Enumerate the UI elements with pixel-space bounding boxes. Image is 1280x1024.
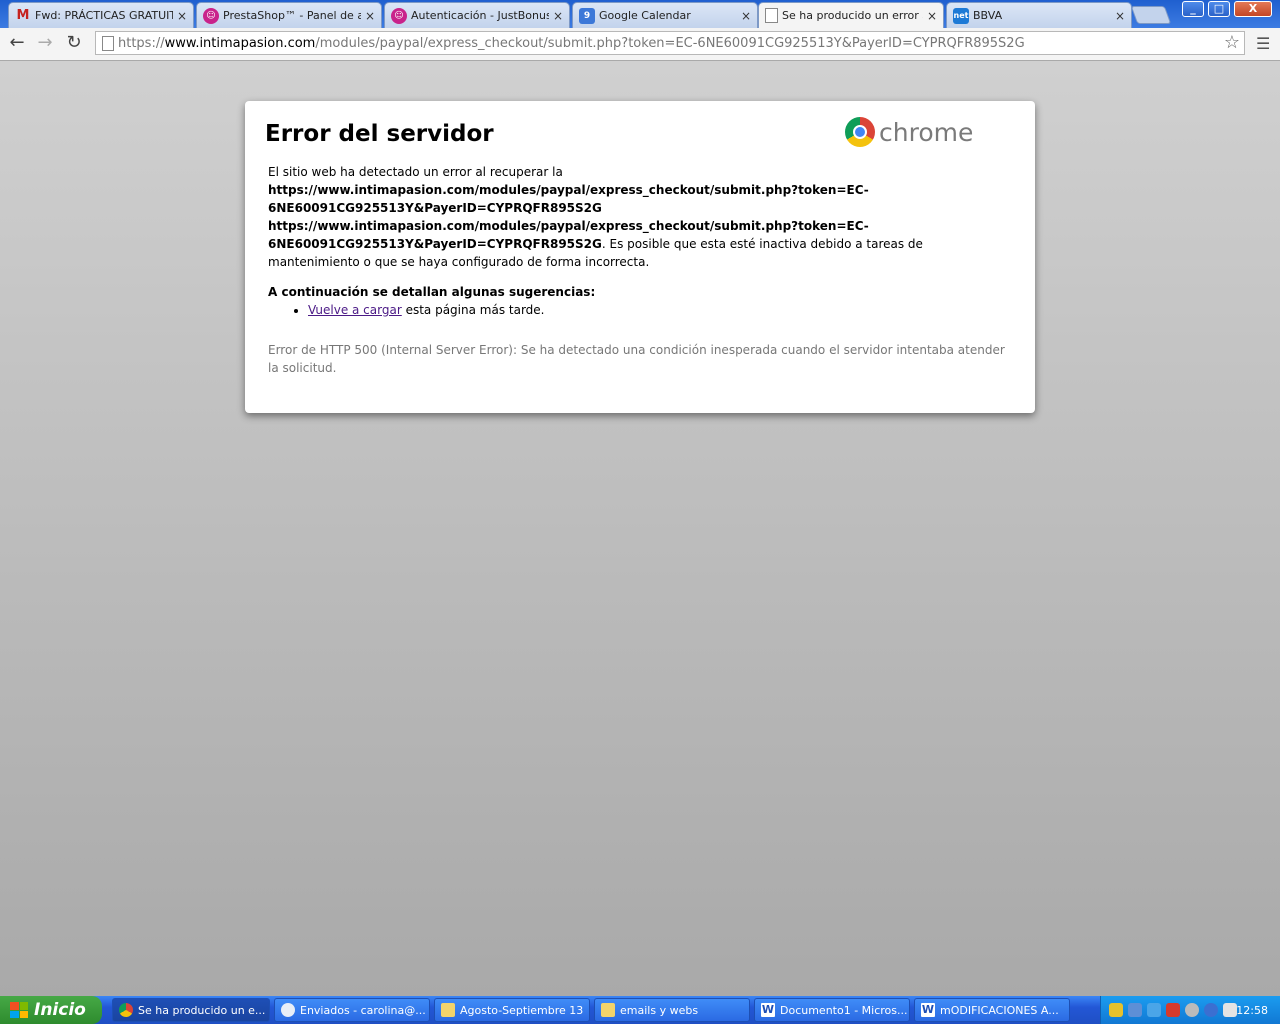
word-icon: W: [921, 1003, 935, 1017]
reload-link[interactable]: Vuelve a cargar: [308, 303, 402, 317]
tab-title: Google Calendar: [599, 9, 691, 22]
chrome-logo-text: chrome: [879, 117, 974, 147]
url-host: www.intimapasion.com: [164, 35, 316, 51]
error-message: El sitio web ha detectado un error al re…: [268, 163, 1012, 271]
tab-bbva[interactable]: net BBVA ×: [946, 2, 1132, 28]
bookmark-star-icon[interactable]: ☆: [1224, 32, 1240, 54]
page-icon: [102, 36, 114, 51]
forward-button[interactable]: →: [34, 32, 56, 54]
taskbar-item-mail[interactable]: Enviados - carolina@...: [274, 998, 430, 1022]
update-icon[interactable]: [1204, 1003, 1218, 1017]
prestashop-icon: ☺: [391, 7, 407, 24]
http-error-detail: Error de HTTP 500 (Internal Server Error…: [268, 343, 1005, 375]
tab-strip: M Fwd: PRÁCTICAS GRATUITAS × ☺ PrestaSho…: [0, 0, 1280, 28]
tab-prestashop[interactable]: ☺ PrestaShop™ - Panel de administración …: [196, 2, 382, 28]
start-label: Inicio: [34, 1000, 86, 1020]
taskbar-item-label: Documento1 - Micros...: [780, 1003, 908, 1017]
tab-close-icon[interactable]: ×: [365, 9, 375, 23]
tab-close-icon[interactable]: ×: [553, 9, 563, 23]
taskbar-item-word[interactable]: W mODIFICACIONES A...: [914, 998, 1070, 1022]
reload-button[interactable]: ↻: [63, 32, 85, 54]
browser-toolbar: ← → ↻ https://www.intimapasion.com/modul…: [0, 28, 1280, 61]
chrome-menu-icon[interactable]: ☰: [1256, 34, 1270, 53]
taskbar-item-label: emails y webs: [620, 1003, 699, 1017]
tab-google-calendar[interactable]: 9 Google Calendar ×: [572, 2, 758, 28]
tab-title: PrestaShop™ - Panel de administración: [223, 9, 361, 22]
minimize-button[interactable]: _: [1182, 1, 1204, 17]
taskbar-item-label: Enviados - carolina@...: [300, 1003, 426, 1017]
chrome-logo: chrome: [845, 117, 973, 147]
error-url-line: https://www.intimapasion.com/modules/pay…: [268, 183, 869, 197]
tab-title: Fwd: PRÁCTICAS GRATUITAS: [35, 9, 173, 22]
error-intro: El sitio web ha detectado un error al re…: [268, 165, 563, 179]
taskbar-item-folder[interactable]: emails y webs: [594, 998, 750, 1022]
new-tab-button[interactable]: [1130, 6, 1172, 24]
tab-server-error[interactable]: Se ha producido un error al ×: [758, 2, 944, 28]
tab-title: Se ha producido un error al: [782, 9, 923, 22]
tab-gmail[interactable]: M Fwd: PRÁCTICAS GRATUITAS ×: [8, 2, 194, 28]
mail-icon: [281, 1003, 295, 1017]
word-icon: W: [761, 1003, 775, 1017]
taskbar-item-word[interactable]: W Documento1 - Micros...: [754, 998, 910, 1022]
address-bar[interactable]: https://www.intimapasion.com/modules/pay…: [95, 31, 1245, 55]
error-card: chrome Error del servidor El sitio web h…: [245, 101, 1035, 413]
volume-icon[interactable]: [1223, 1003, 1237, 1017]
tab-title: BBVA: [973, 9, 1003, 22]
chrome-tray-icon[interactable]: [1185, 1003, 1199, 1017]
error-url-line: https://www.intimapasion.com/modules/pay…: [268, 219, 869, 233]
suggestions-heading: A continuación se detallan algunas suger…: [268, 285, 596, 299]
chrome-icon: [119, 1003, 133, 1017]
messenger-icon[interactable]: [1147, 1003, 1161, 1017]
antivirus-icon[interactable]: [1166, 1003, 1180, 1017]
tab-close-icon[interactable]: ×: [1115, 9, 1125, 23]
network-icon[interactable]: [1128, 1003, 1142, 1017]
calendar-icon: 9: [579, 7, 595, 24]
taskbar-item-label: Agosto-Septiembre 13: [460, 1003, 584, 1017]
suggestion-item: Vuelve a cargar esta página más tarde.: [308, 301, 1012, 319]
tab-justbonus[interactable]: ☺ Autenticación - JustBonus ×: [384, 2, 570, 28]
security-shield-icon[interactable]: [1109, 1003, 1123, 1017]
taskbar-item-folder[interactable]: Agosto-Septiembre 13: [434, 998, 590, 1022]
back-button[interactable]: ←: [6, 32, 28, 54]
tab-close-icon[interactable]: ×: [177, 9, 187, 23]
error-url-line: 6NE60091CG925513Y&PayerID=CYPRQFR895S2G: [268, 201, 602, 215]
url-scheme: https://: [118, 35, 165, 51]
gmail-icon: M: [16, 8, 30, 23]
tab-close-icon[interactable]: ×: [927, 9, 937, 23]
chrome-logo-icon: [845, 117, 875, 147]
suggestions-list: Vuelve a cargar esta página más tarde.: [268, 301, 1012, 319]
clock[interactable]: 12:58: [1236, 1004, 1268, 1017]
error-url-line: 6NE60091CG925513Y&PayerID=CYPRQFR895S2G: [268, 237, 602, 251]
taskbar-item-chrome[interactable]: Se ha producido un e...: [112, 998, 270, 1022]
taskbar: Inicio Se ha producido un e... Enviados …: [0, 996, 1280, 1024]
start-button[interactable]: Inicio: [0, 996, 102, 1024]
maximize-button[interactable]: □: [1208, 1, 1230, 17]
url-path: /modules/paypal/express_checkout/submit.…: [315, 35, 1025, 51]
page-icon: [765, 8, 778, 23]
taskbar-item-label: Se ha producido un e...: [138, 1003, 266, 1017]
folder-icon: [601, 1003, 615, 1017]
windows-logo-icon: [10, 1002, 28, 1018]
taskbar-item-label: mODIFICACIONES A...: [940, 1003, 1059, 1017]
suggestion-text: esta página más tarde.: [401, 303, 545, 317]
system-tray: 12:58: [1100, 996, 1280, 1024]
prestashop-icon: ☺: [203, 7, 219, 24]
net-icon: net: [953, 7, 969, 24]
page-viewport: chrome Error del servidor El sitio web h…: [0, 61, 1280, 996]
close-window-button[interactable]: X: [1234, 1, 1272, 17]
folder-icon: [441, 1003, 455, 1017]
tab-title: Autenticación - JustBonus: [411, 9, 549, 22]
tab-close-icon[interactable]: ×: [741, 9, 751, 23]
